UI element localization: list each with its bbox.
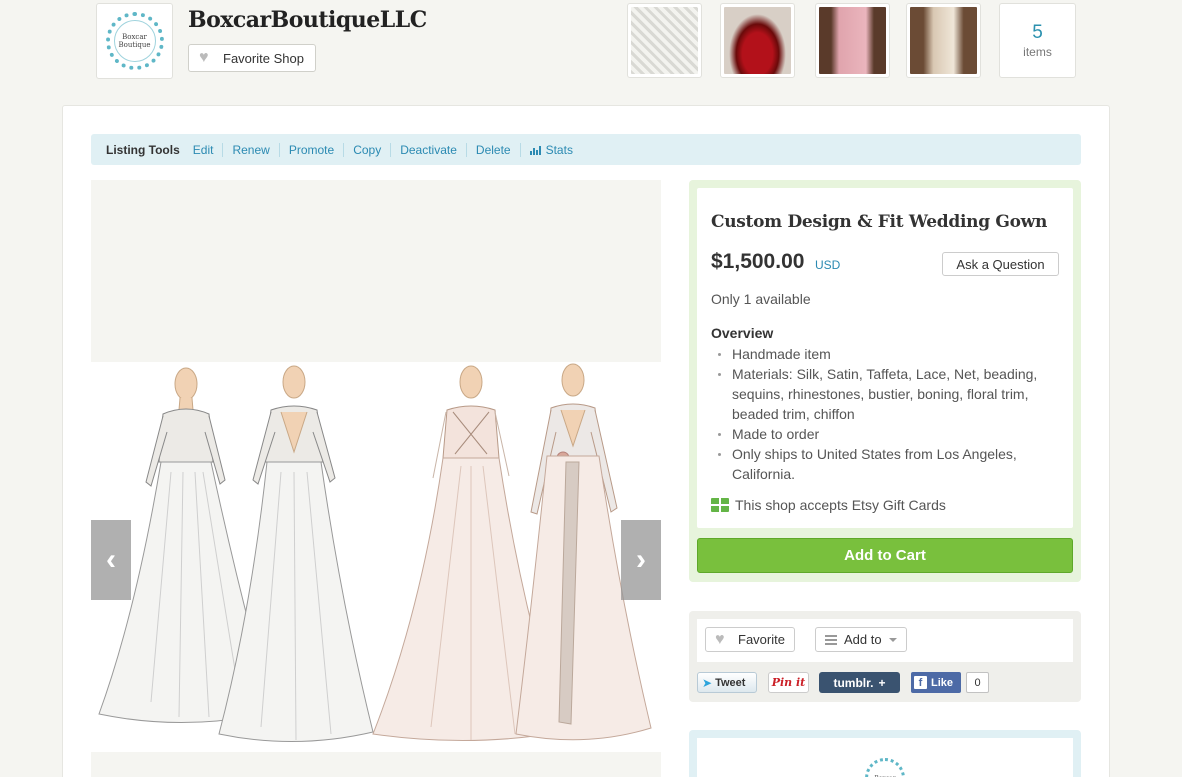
tweet-label: Tweet: [715, 676, 746, 689]
facebook-like-count: 0: [966, 672, 989, 693]
facebook-icon: f: [914, 676, 927, 689]
shop-logo-line1: Boxcar: [122, 33, 147, 41]
shop-item-thumbnail[interactable]: [906, 3, 981, 78]
favorite-item-button[interactable]: ♥ Favorite: [705, 627, 795, 652]
shop-items-count[interactable]: 5 items: [999, 3, 1076, 78]
caret-down-icon: [888, 637, 897, 642]
add-to-list-button[interactable]: Add to: [815, 627, 907, 652]
listing-tools-bar: Listing Tools Edit Renew Promote Copy De…: [91, 134, 1081, 165]
heart-icon: ♥: [715, 630, 725, 648]
shop-logo-ring: Boxcar Boutique: [105, 12, 164, 70]
edit-link[interactable]: Edit: [193, 143, 223, 157]
plus-icon: +: [878, 675, 886, 690]
facebook-like-label: Like: [931, 676, 954, 689]
renew-link[interactable]: Renew: [222, 142, 278, 157]
delete-link[interactable]: Delete: [465, 142, 520, 157]
gift-card-notice: This shop accepts Etsy Gift Cards: [711, 497, 946, 513]
bar-chart-icon: [529, 145, 541, 155]
stats-label: Stats: [545, 142, 573, 157]
listing-image-viewer: ‹ ›: [91, 180, 661, 777]
thumbnail-image: [910, 7, 977, 74]
facebook-like-button[interactable]: f Like: [911, 672, 961, 693]
shop-info-inner: Boxcar: [697, 738, 1073, 777]
currency-link[interactable]: USD: [815, 258, 840, 272]
shop-logo[interactable]: Boxcar Boutique: [96, 3, 173, 79]
add-to-cart-button[interactable]: Add to Cart: [697, 538, 1073, 573]
listing-tools-title: Listing Tools: [106, 142, 180, 157]
deactivate-link[interactable]: Deactivate: [390, 142, 466, 157]
tumblr-button[interactable]: tumblr. +: [819, 672, 900, 693]
shop-item-thumbnail[interactable]: [627, 3, 702, 78]
overview-list: Handmade item Materials: Silk, Satin, Ta…: [711, 344, 1063, 484]
shop-item-thumbnail[interactable]: [815, 3, 890, 78]
copy-link[interactable]: Copy: [343, 142, 390, 157]
next-image-button[interactable]: ›: [621, 520, 661, 600]
chevron-left-icon: ‹: [106, 543, 116, 576]
favorite-actions: ♥ Favorite Add to: [697, 619, 1073, 662]
ask-question-button[interactable]: Ask a Question: [942, 252, 1059, 276]
shop-item-thumbnail[interactable]: [720, 3, 795, 78]
shop-info-card: Boxcar: [689, 730, 1081, 777]
previous-image-button[interactable]: ‹: [91, 520, 131, 600]
pin-it-button[interactable]: Pin it: [768, 672, 809, 693]
listing-info-inner: Custom Design & Fit Wedding Gown $1,500.…: [697, 188, 1073, 528]
overview-title: Overview: [711, 325, 774, 341]
heart-icon: ♥: [199, 49, 209, 66]
listing-main-image[interactable]: [91, 362, 661, 752]
favorite-shop-label: Favorite Shop: [223, 50, 304, 66]
stats-link[interactable]: Stats: [519, 142, 582, 157]
listing-price: $1,500.00: [711, 250, 805, 273]
overview-item: Materials: Silk, Satin, Taffeta, Lace, N…: [711, 364, 1063, 424]
items-label: items: [1023, 45, 1052, 59]
thumbnail-image: [724, 7, 791, 74]
promote-link[interactable]: Promote: [278, 142, 343, 157]
add-to-label: Add to: [844, 632, 882, 647]
thumbnail-image: [631, 7, 698, 74]
thumbnail-image: [819, 7, 886, 74]
shop-mini-logo[interactable]: Boxcar: [865, 758, 905, 777]
shop-logo-text: Boxcar Boutique: [113, 20, 156, 62]
listing-title: Custom Design & Fit Wedding Gown: [711, 212, 1048, 232]
shop-logo-line2: Boutique: [118, 41, 151, 49]
twitter-bird-icon: ➤: [702, 675, 713, 690]
listing-info-card: Custom Design & Fit Wedding Gown $1,500.…: [689, 180, 1081, 582]
tumblr-label: tumblr.: [833, 675, 874, 690]
gift-card-icon: [711, 498, 729, 512]
overview-item: Only ships to United States from Los Ang…: [711, 444, 1063, 484]
gift-card-text: This shop accepts Etsy Gift Cards: [735, 497, 946, 513]
list-icon: [825, 634, 837, 645]
favorite-item-label: Favorite: [738, 632, 785, 647]
shop-name[interactable]: BoxcarBoutiqueLLC: [188, 7, 427, 33]
overview-item: Handmade item: [711, 344, 1063, 364]
tweet-button[interactable]: ➤ Tweet: [697, 672, 757, 693]
social-actions-card: ♥ Favorite Add to ➤ Tweet Pin it tumblr.…: [689, 611, 1081, 702]
overview-item: Made to order: [711, 424, 1063, 444]
favorite-shop-button[interactable]: ♥ Favorite Shop: [188, 44, 316, 72]
chevron-right-icon: ›: [636, 543, 646, 576]
items-count: 5: [1032, 22, 1043, 43]
availability-text: Only 1 available: [711, 291, 811, 307]
